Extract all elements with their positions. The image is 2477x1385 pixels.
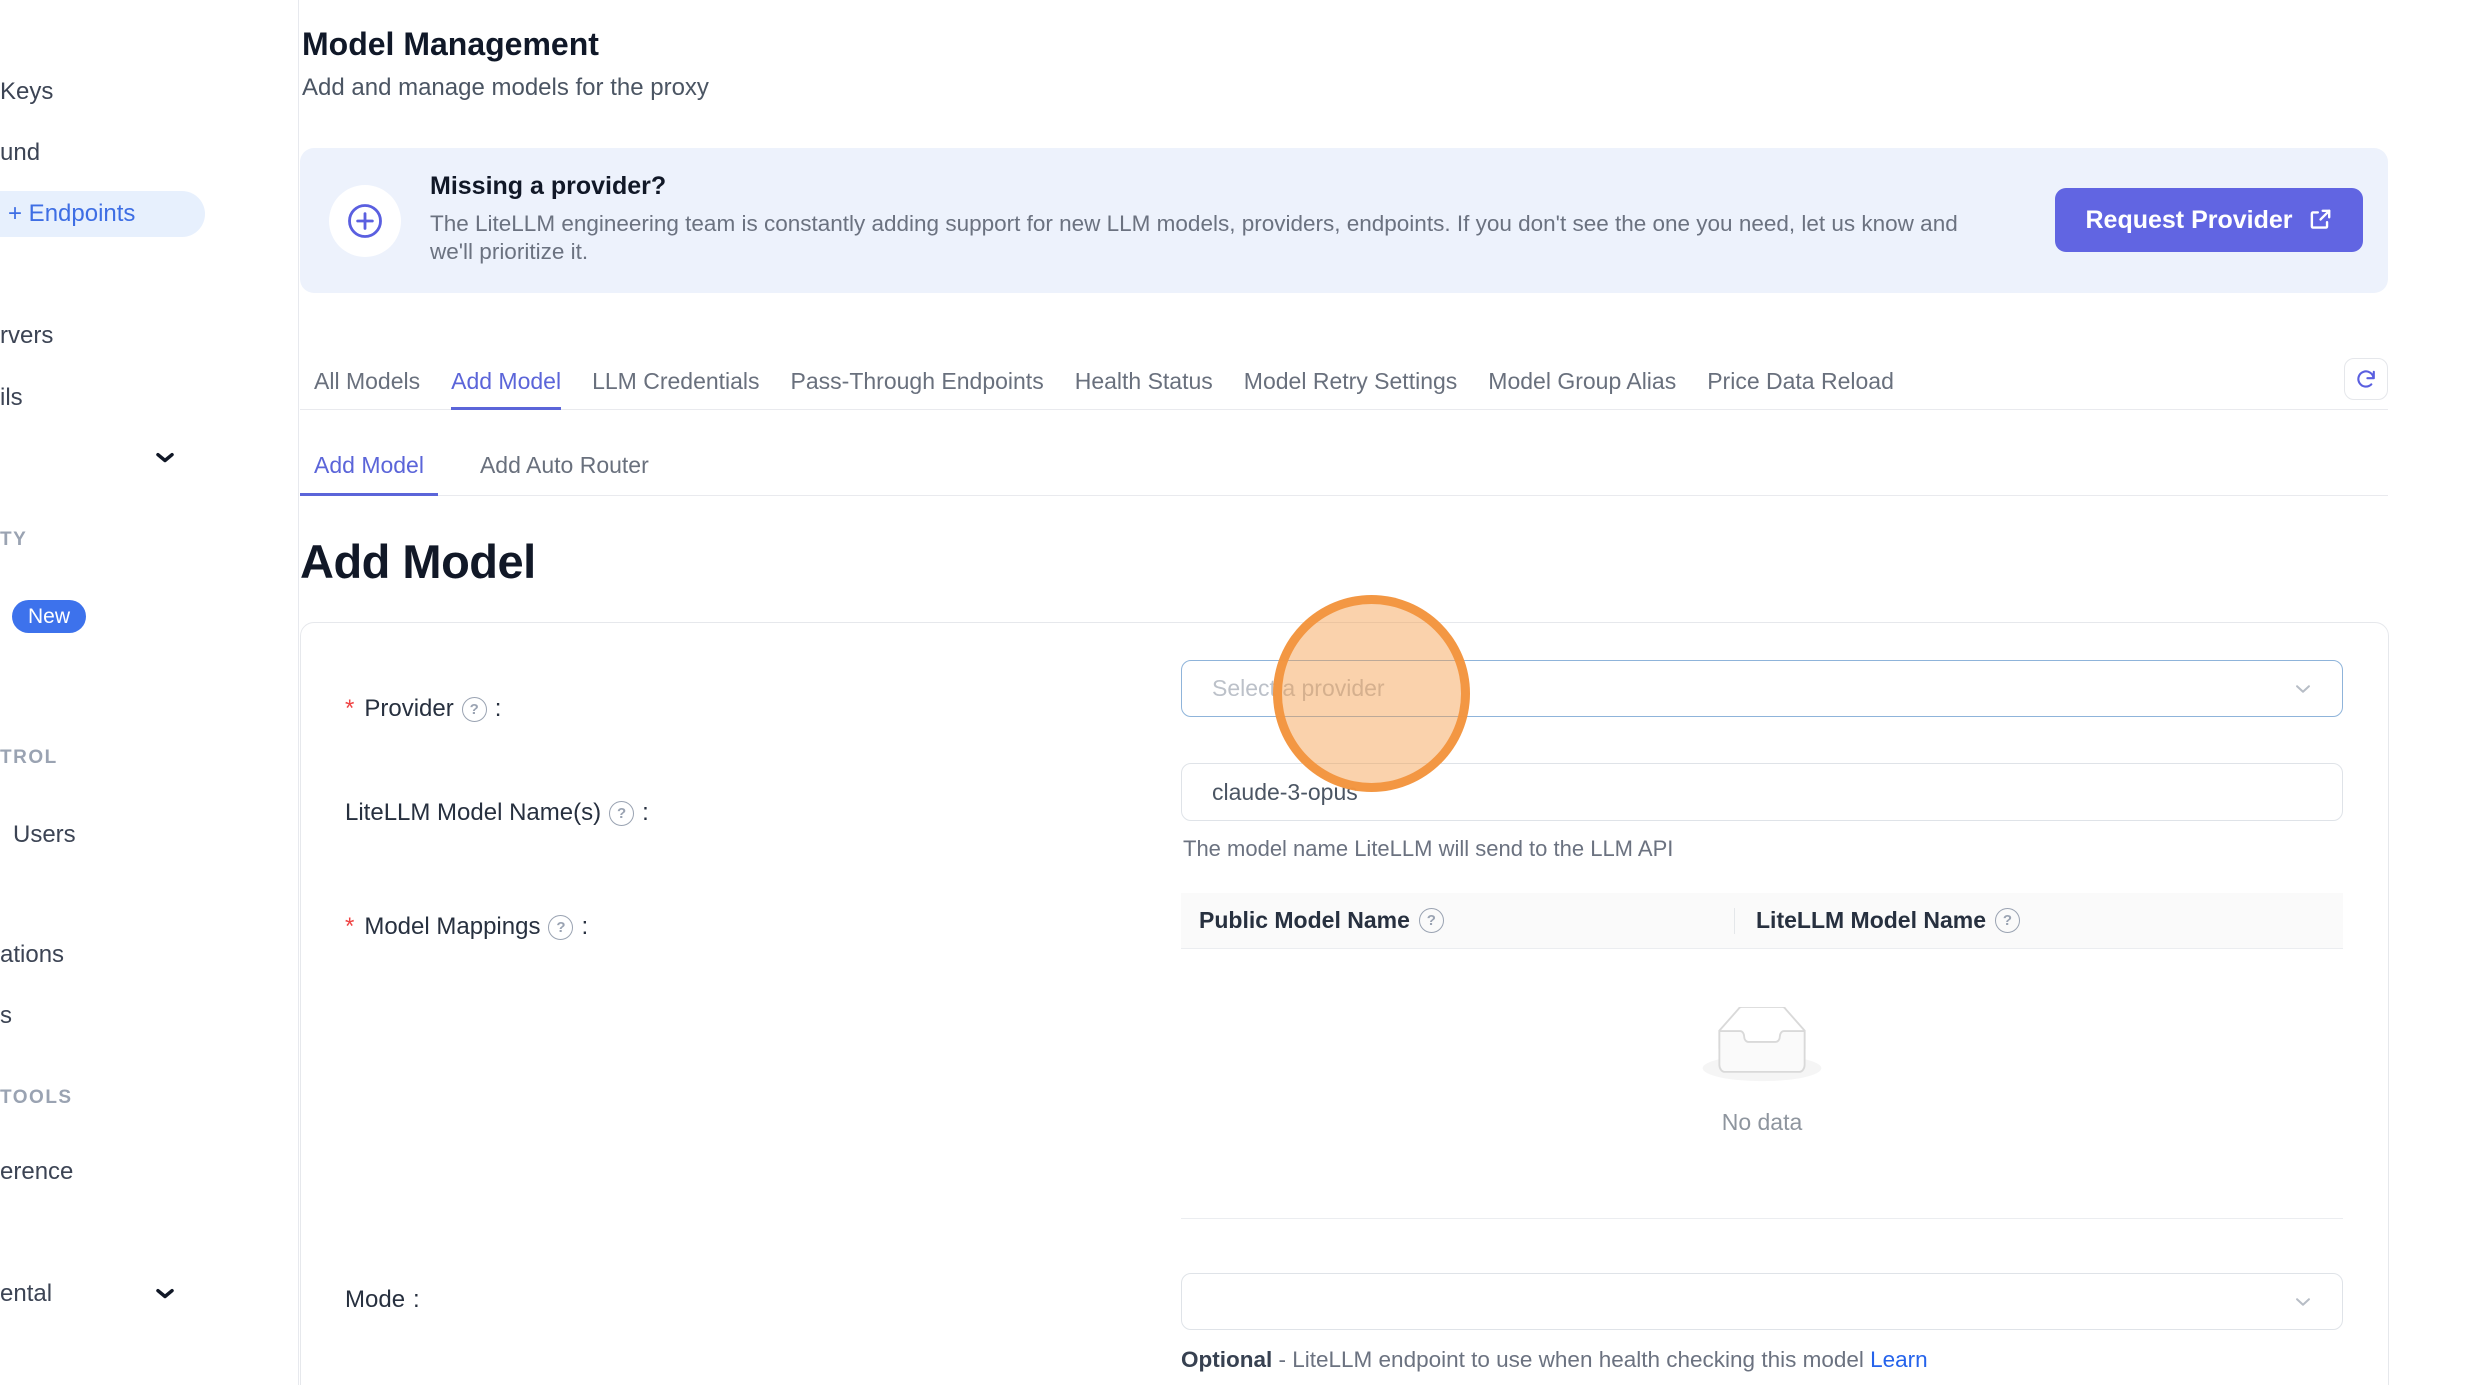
model-mappings-label-text: Model Mappings	[364, 913, 540, 941]
model-name-helper: The model name LiteLLM will send to the …	[1183, 836, 1673, 862]
learn-link[interactable]: Learn	[1870, 1347, 1928, 1372]
tab-price-data-reload[interactable]: Price Data Reload	[1707, 356, 1894, 410]
banner-title: Missing a provider?	[430, 172, 666, 201]
mode-label: Mode :	[345, 1286, 420, 1314]
optional-bold: Optional	[1181, 1347, 1272, 1372]
tab-add-model[interactable]: Add Model	[451, 356, 561, 410]
sidebar-section-trol: TROL	[0, 746, 58, 770]
help-icon[interactable]: ?	[548, 915, 573, 940]
column-divider	[1734, 908, 1735, 934]
external-link-icon	[2307, 207, 2333, 233]
chevron-down-icon	[2292, 1291, 2314, 1313]
empty-inbox-icon	[1702, 1007, 1822, 1083]
help-icon[interactable]: ?	[462, 697, 487, 722]
chevron-down-icon[interactable]	[151, 443, 179, 471]
banner-body-line2: we'll prioritize it.	[430, 238, 588, 266]
add-model-heading: Add Model	[300, 534, 536, 589]
page-subtitle: Add and manage models for the proxy	[302, 74, 709, 102]
sidebar-item-ils[interactable]: ils	[0, 384, 23, 412]
column-label: LiteLLM Model Name	[1756, 907, 1986, 934]
mode-helper: Optional - LiteLLM endpoint to use when …	[1181, 1347, 1928, 1373]
sidebar-item-erence[interactable]: erence	[0, 1158, 73, 1186]
model-mappings-table: Public Model Name ? LiteLLM Model Name ?…	[1181, 893, 2343, 1219]
colon: :	[495, 695, 502, 723]
colon: :	[642, 799, 649, 827]
tab-model-group-alias[interactable]: Model Group Alias	[1488, 356, 1676, 410]
help-icon[interactable]: ?	[1995, 908, 2020, 933]
sidebar-section-tools: TOOLS	[0, 1086, 73, 1110]
chevron-down-icon	[2292, 678, 2314, 700]
refresh-icon	[2354, 367, 2378, 391]
no-data-text: No data	[1722, 1109, 1803, 1136]
model-name-label: LiteLLM Model Name(s) ? :	[345, 799, 649, 827]
tab-all-models[interactable]: All Models	[314, 356, 420, 410]
subtab-add-auto-router[interactable]: Add Auto Router	[466, 438, 663, 496]
page: Keys und + Endpoints rvers ils TY New TR…	[0, 0, 2477, 1385]
sidebar-item-keys[interactable]: Keys	[0, 78, 53, 106]
colon: :	[581, 913, 588, 941]
new-badge: New	[12, 600, 86, 633]
sidebar-item-ental[interactable]: ental	[0, 1280, 52, 1308]
subtab-add-model[interactable]: Add Model	[300, 438, 438, 496]
sidebar-section-ty: TY	[0, 528, 27, 552]
provider-label: * Provider ? :	[345, 695, 501, 723]
tab-llm-credentials[interactable]: LLM Credentials	[592, 356, 759, 410]
mode-helper-text: - LiteLLM endpoint to use when health ch…	[1272, 1347, 1870, 1372]
sidebar-item-ations[interactable]: ations	[0, 941, 64, 969]
tab-pass-through-endpoints[interactable]: Pass-Through Endpoints	[791, 356, 1044, 410]
provider-select[interactable]: Select a provider	[1181, 660, 2343, 717]
tab-model-retry-settings[interactable]: Model Retry Settings	[1244, 356, 1457, 410]
provider-select-placeholder: Select a provider	[1212, 675, 1385, 702]
model-name-label-text: LiteLLM Model Name(s)	[345, 799, 601, 827]
table-empty-state: No data	[1181, 949, 2343, 1219]
sidebar: Keys und + Endpoints rvers ils TY New TR…	[0, 0, 299, 1385]
sidebar-item-endpoints-active[interactable]: + Endpoints	[0, 191, 205, 237]
model-name-input[interactable]	[1181, 763, 2343, 821]
sidebar-item-label: + Endpoints	[8, 200, 135, 228]
help-icon[interactable]: ?	[1419, 908, 1444, 933]
page-title: Model Management	[302, 26, 599, 63]
required-mark: *	[345, 695, 354, 723]
colon: :	[413, 1286, 420, 1314]
column-public-model-name: Public Model Name ?	[1181, 907, 1734, 934]
sidebar-item-users[interactable]: Users	[13, 821, 76, 849]
mode-label-text: Mode	[345, 1286, 405, 1314]
add-model-subtabs: Add Model Add Auto Router	[300, 438, 2388, 496]
sidebar-item-servers[interactable]: rvers	[0, 322, 53, 350]
model-mappings-label: * Model Mappings ? :	[345, 913, 588, 941]
column-litellm-model-name: LiteLLM Model Name ?	[1734, 907, 2020, 934]
provider-label-text: Provider	[364, 695, 453, 723]
mode-select[interactable]	[1181, 1273, 2343, 1330]
help-icon[interactable]: ?	[609, 801, 634, 826]
refresh-button[interactable]	[2344, 358, 2388, 400]
chevron-down-icon[interactable]	[151, 1279, 179, 1307]
request-provider-label: Request Provider	[2085, 206, 2292, 235]
column-label: Public Model Name	[1199, 907, 1410, 934]
tab-health-status[interactable]: Health Status	[1075, 356, 1213, 410]
sidebar-item-playground[interactable]: und	[0, 139, 40, 167]
sidebar-item-s[interactable]: s	[0, 1002, 12, 1030]
request-provider-button[interactable]: Request Provider	[2055, 188, 2363, 252]
add-model-form-card: * Provider ? : Select a provider LiteLLM…	[300, 622, 2389, 1385]
required-mark: *	[345, 913, 354, 941]
model-hub-tabs: All Models Add Model LLM Credentials Pas…	[300, 356, 2388, 410]
banner-body-line1: The LiteLLM engineering team is constant…	[430, 210, 1958, 238]
plus-circle-icon	[329, 185, 401, 257]
missing-provider-banner: Missing a provider? The LiteLLM engineer…	[300, 148, 2388, 293]
table-header-row: Public Model Name ? LiteLLM Model Name ?	[1181, 893, 2343, 949]
